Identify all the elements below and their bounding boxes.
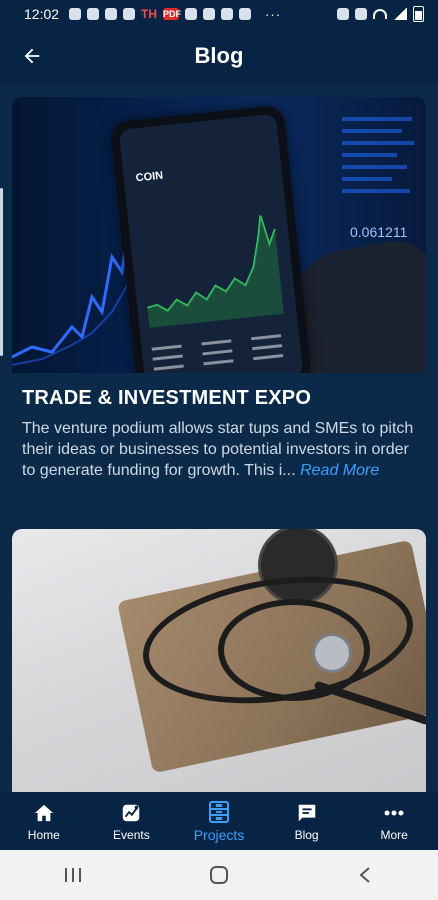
- stethoscope-chestpiece: [312, 633, 352, 673]
- nav-more[interactable]: More: [350, 792, 438, 850]
- phone-screen: COIN: [118, 113, 304, 373]
- scroll-indicator: [0, 188, 3, 356]
- facebook-icon: [87, 8, 100, 20]
- recents-button[interactable]: [53, 860, 93, 890]
- page-title: Blog: [194, 43, 244, 68]
- nav-home-label: Home: [27, 827, 60, 842]
- phone-chart: [147, 215, 284, 371]
- more-notifications-icon: ···: [265, 6, 282, 22]
- home-circle-icon: [210, 866, 228, 884]
- nav-events-label: Events: [113, 827, 150, 842]
- sync-icon: [185, 8, 198, 20]
- notification-icons: TH PDF ···: [69, 7, 281, 22]
- signal-icon: [393, 8, 407, 20]
- nav-home[interactable]: Home: [0, 792, 88, 850]
- messenger-icon: [69, 8, 82, 20]
- events-icon: [120, 801, 142, 825]
- status-time: 12:02: [24, 6, 60, 22]
- svg-text:0.061211: 0.061211: [350, 224, 408, 240]
- arrow-left-icon: [24, 48, 40, 64]
- nav-projects-label: Projects: [193, 826, 245, 843]
- bottom-navigation: Home Events Projects Blog More: [0, 792, 438, 850]
- th-icon: TH: [141, 7, 158, 21]
- nav-projects[interactable]: Projects: [175, 792, 263, 850]
- app-icon: [123, 8, 136, 20]
- pdf-icon: PDF: [163, 8, 182, 20]
- alarm-icon: [337, 8, 349, 20]
- status-bar: 12:02 TH PDF ···: [0, 0, 438, 28]
- home-icon: [33, 801, 55, 825]
- recents-icon: [65, 868, 81, 882]
- post-excerpt: The venture podium allows star tups and …: [22, 418, 416, 481]
- blog-post-card[interactable]: [12, 529, 426, 792]
- nav-more-label: More: [380, 827, 408, 842]
- post-image[interactable]: [12, 529, 426, 792]
- battery-icon: [413, 6, 424, 22]
- blog-post-card[interactable]: 0.061211 COIN TRADE & INVESTMENT EXPO Th…: [12, 97, 426, 481]
- nav-blog[interactable]: Blog: [263, 792, 351, 850]
- post-title[interactable]: TRADE & INVESTMENT EXPO: [22, 387, 426, 410]
- image-icon: [221, 8, 234, 20]
- system-status-icons: [337, 6, 424, 22]
- projects-icon: [208, 800, 230, 824]
- app-header: Blog: [0, 28, 438, 84]
- nav-blog-label: Blog: [294, 827, 319, 842]
- notification-icon: [105, 8, 118, 20]
- read-more-link[interactable]: Read More: [300, 462, 379, 479]
- mute-icon: [355, 8, 367, 20]
- back-button[interactable]: [18, 42, 46, 70]
- post-image[interactable]: 0.061211 COIN: [12, 97, 426, 373]
- blog-icon: [296, 801, 318, 825]
- phone-image: COIN: [109, 104, 313, 373]
- instagram-icon: [239, 8, 252, 20]
- home-button[interactable]: [199, 860, 239, 890]
- phone-ticker: COIN: [135, 169, 164, 185]
- chevron-left-icon: [359, 867, 370, 883]
- back-nav-button[interactable]: [345, 860, 385, 890]
- calendar-icon: [203, 8, 216, 20]
- wifi-icon: [373, 9, 387, 19]
- blog-list[interactable]: 0.061211 COIN TRADE & INVESTMENT EXPO Th…: [0, 84, 438, 792]
- more-icon: [383, 801, 405, 825]
- nav-events[interactable]: Events: [88, 792, 176, 850]
- system-navigation-bar: [0, 850, 438, 900]
